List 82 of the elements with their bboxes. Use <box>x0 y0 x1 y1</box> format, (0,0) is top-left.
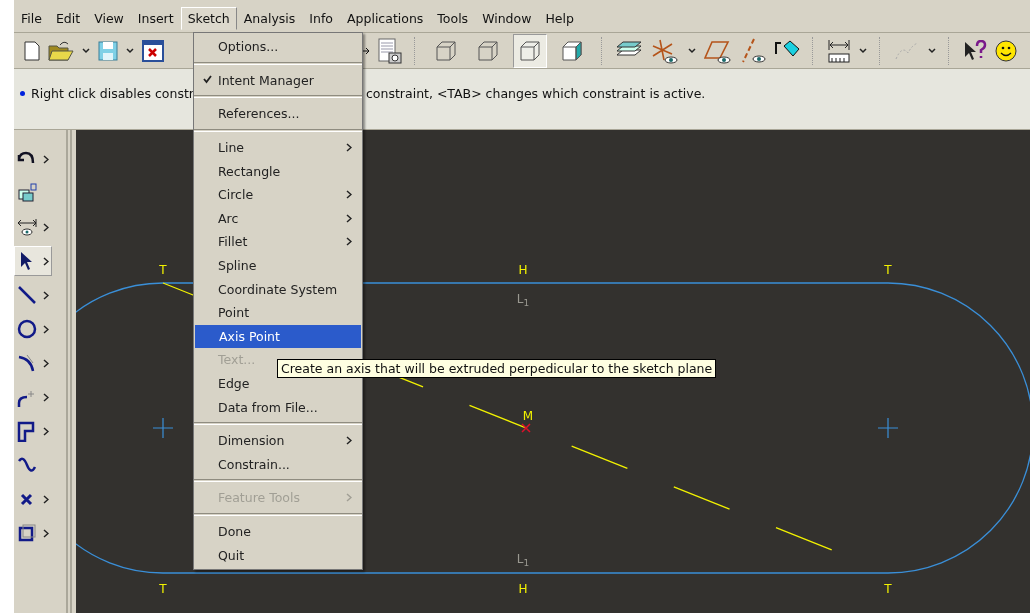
line-label: L$_{1}$ <box>516 293 530 309</box>
chevron-icon[interactable] <box>43 426 49 436</box>
constraint-label: H <box>518 583 528 595</box>
menu-item[interactable]: References... <box>194 102 362 126</box>
menu-item[interactable]: View <box>87 7 131 30</box>
bullet-icon <box>20 91 25 96</box>
menu-item[interactable]: Edit <box>48 7 88 30</box>
menu-item[interactable]: Data from File... <box>194 395 362 419</box>
hidden-line-cube-icon <box>476 38 500 63</box>
axis-eye-icon[interactable] <box>740 37 766 64</box>
constraint-label: T <box>884 583 892 595</box>
copy-windows-icon <box>17 182 37 204</box>
constraint-label: T <box>884 264 892 276</box>
menu-item[interactable]: Axis Point <box>195 324 361 349</box>
circle-tool-icon <box>17 318 37 340</box>
document-camera-icon[interactable] <box>378 37 402 64</box>
shaded-cube-icon <box>560 38 584 63</box>
dropdown-icon[interactable] <box>859 47 867 54</box>
menu-item[interactable]: Analysis <box>236 7 303 30</box>
chevron-icon[interactable] <box>43 154 49 164</box>
midpoint-icon <box>521 423 531 433</box>
dropdown-icon[interactable] <box>82 47 90 54</box>
menu-item[interactable]: Coordinate System <box>194 277 362 301</box>
dropdown-icon[interactable] <box>688 47 696 54</box>
menu-item[interactable]: Insert <box>130 7 181 30</box>
display-style-button[interactable] <box>513 33 547 68</box>
menu-item[interactable]: Applications <box>340 7 431 30</box>
status-message: Right click disables constr <box>31 86 194 101</box>
menu-item[interactable]: Intent Manager <box>194 68 362 93</box>
chevron-icon[interactable] <box>43 392 49 402</box>
folder-icon[interactable] <box>48 39 74 62</box>
menu-item[interactable]: Tools <box>430 7 476 30</box>
menu-item[interactable]: Dimension <box>194 428 362 453</box>
menu-item[interactable]: Rectangle <box>194 159 362 183</box>
menu-item[interactable]: Arc <box>194 206 362 231</box>
menu-item[interactable]: Help <box>538 7 581 30</box>
menu-item[interactable]: Info <box>302 7 340 30</box>
chevron-icon[interactable] <box>43 358 49 368</box>
menu-item[interactable]: Quit <box>194 543 362 567</box>
line-label: L$_{1}$ <box>516 553 530 569</box>
rectangle-tool-icon <box>17 522 37 544</box>
menu-item[interactable]: Done <box>194 519 362 544</box>
menu-item[interactable]: Fillet <box>194 230 362 254</box>
menu-item[interactable]: File <box>14 7 49 30</box>
status-message: constraint, <TAB> changes which constraint is active. <box>366 86 706 101</box>
help-pointer-icon[interactable] <box>963 39 987 62</box>
arc-tool-icon <box>17 352 37 374</box>
sketch-tool-button[interactable] <box>14 246 52 276</box>
line-tool-icon <box>17 284 37 306</box>
new-file-icon[interactable] <box>24 40 40 61</box>
menu-item[interactable]: Spline <box>194 253 362 278</box>
chevron-icon[interactable] <box>43 528 49 538</box>
dropdown-icon[interactable] <box>928 47 936 54</box>
offset-edge-icon <box>17 420 37 442</box>
dimension-ruler-icon[interactable] <box>827 37 851 64</box>
no-hidden-cube-icon <box>518 38 542 63</box>
menu-item[interactable]: Line <box>194 135 362 160</box>
wireframe-cube-icon <box>434 38 458 63</box>
dimension-eye-icon <box>17 216 37 238</box>
menu-item[interactable]: Sketch <box>180 7 237 30</box>
menu-item[interactable]: Point <box>194 300 362 325</box>
smiley-icon[interactable] <box>995 39 1017 62</box>
save-icon[interactable] <box>98 40 118 61</box>
chevron-icon[interactable] <box>43 290 49 300</box>
menu-item[interactable]: Window <box>475 7 539 30</box>
dropdown-icon[interactable] <box>126 47 134 54</box>
tooltip: Create an axis that will be extruded perpedicular to the sketch plane <box>277 359 717 378</box>
menu-item[interactable]: Circle <box>194 182 362 207</box>
constraint-label: T <box>159 264 167 276</box>
chevron-icon[interactable] <box>43 324 49 334</box>
menu-item[interactable]: Constrain... <box>194 452 362 477</box>
chevron-icon[interactable] <box>43 222 49 232</box>
coordinate-axes-icon[interactable] <box>650 37 680 64</box>
midpoint-label: M <box>522 410 534 422</box>
chevron-icon[interactable] <box>43 494 49 504</box>
close-window-icon[interactable] <box>142 39 164 62</box>
centerpoint-icon <box>152 417 174 439</box>
menu-item[interactable]: Options... <box>194 35 362 59</box>
constraint-label: T <box>159 583 167 595</box>
centerpoint-icon <box>877 417 899 439</box>
chevron-icon[interactable] <box>43 256 49 266</box>
constraint-label: H <box>518 264 528 276</box>
